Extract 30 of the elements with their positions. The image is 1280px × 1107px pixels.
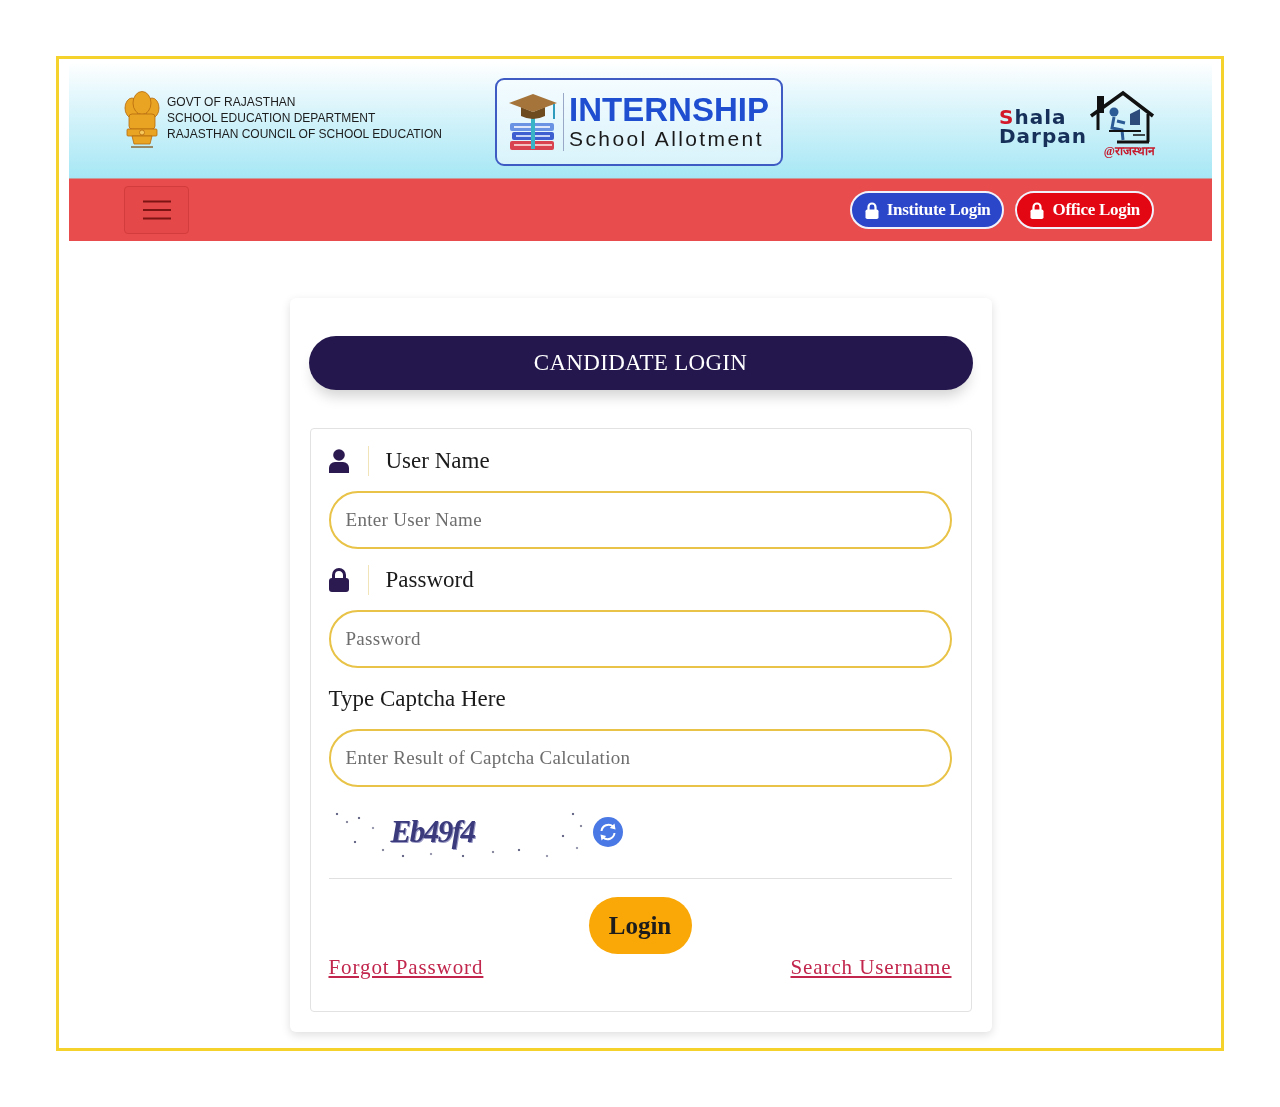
department-name: RAJASTHAN COUNCIL OF SCHOOL EDUCATION (167, 126, 442, 142)
emblem-icon (123, 91, 161, 149)
lock-icon (328, 568, 349, 592)
forgot-password-link[interactable]: Forgot Password (328, 954, 484, 980)
logo-wordmark: Darpan (999, 127, 1087, 146)
menu-icon (142, 200, 171, 220)
captcha-field[interactable]: Enter Result of Captcha Calculation (328, 729, 952, 787)
field-label: Password (367, 565, 474, 595)
house-computer-icon (1089, 90, 1155, 144)
menu-button[interactable] (124, 186, 189, 234)
field-label: User Name (367, 446, 490, 476)
lock-icon (1030, 201, 1045, 219)
logo-subtitle: School Allotment (569, 127, 765, 151)
department-name: GOVT OF RAJASTHAN (167, 94, 297, 110)
refresh-icon[interactable] (592, 817, 623, 847)
logo-tagline: @राजस्थान (1103, 144, 1155, 158)
form-title-banner: CANDIDATE LOGIN (308, 336, 973, 390)
user-icon (328, 449, 349, 473)
graduation-cap-books-icon (508, 91, 559, 153)
logo-wordmark: Shala (999, 108, 1068, 127)
login-button[interactable]: Office Login (1015, 191, 1154, 229)
login-submit-button[interactable]: Login (588, 897, 692, 954)
username-field[interactable]: Enter User Name (328, 491, 952, 549)
lock-icon (864, 201, 879, 219)
search-username-link[interactable]: Search Username (790, 954, 952, 980)
login-button[interactable]: Institute Login (849, 191, 1005, 229)
password-field[interactable]: Password (328, 610, 952, 668)
logo-title: INTERNSHIP (569, 93, 769, 127)
field-label: Type Captcha Here (328, 685, 506, 713)
department-name: SCHOOL EDUCATION DEPARTMENT (167, 110, 377, 126)
